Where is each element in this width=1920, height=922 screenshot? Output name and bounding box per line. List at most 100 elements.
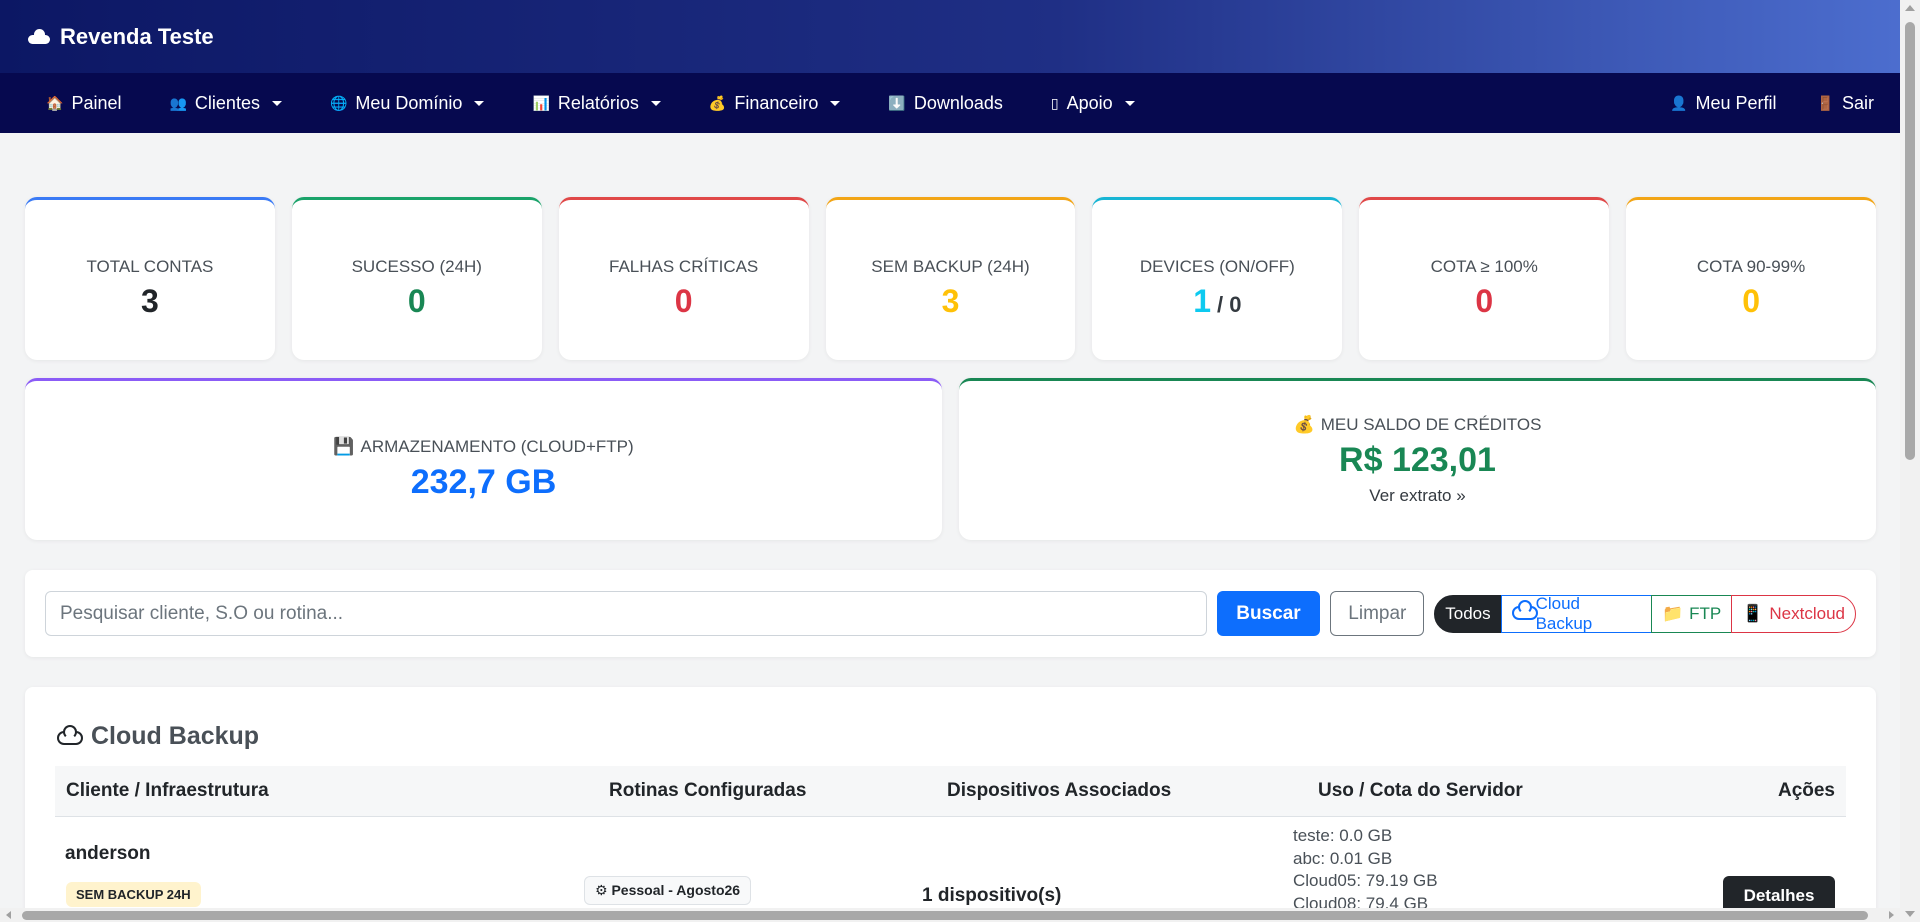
col-dispositivos[interactable]: Dispositivos Associados [947, 780, 1171, 802]
uso-line: Cloud05: 79.19 GB [1293, 871, 1438, 890]
caret-down-icon [271, 100, 282, 106]
filter-label: FTP [1689, 603, 1722, 623]
filter-group: Todos Cloud Backup 📁 FTP 📱 Nextcloud [1434, 593, 1856, 633]
limpar-button[interactable]: Limpar [1330, 591, 1425, 636]
money-bag-icon: 💰 [708, 94, 727, 111]
nav-label: Clientes [194, 92, 260, 113]
nav-item-meu-perfil[interactable]: 👤 Meu Perfil [1650, 73, 1796, 133]
panel-title-text: Cloud Backup [91, 722, 260, 750]
horizontal-scrollbar[interactable] [0, 908, 1900, 922]
devices-count: 1 dispositivo(s) [922, 885, 1062, 906]
nav-item-relatorios[interactable]: 📊 Relatórios [508, 73, 684, 133]
support-icon: ▯ [1050, 94, 1059, 111]
phone-icon: 📱 [1742, 603, 1764, 623]
client-name[interactable]: anderson [65, 843, 151, 865]
chart-icon: 📊 [532, 94, 550, 111]
buscar-button[interactable]: Buscar [1216, 591, 1321, 636]
nav-label: Painel [71, 92, 122, 113]
nav-label: Relatórios [557, 92, 639, 113]
credits-card: 💰 MEU SALDO DE CRÉDITOS R$ 123,01 Ver ex… [959, 378, 1876, 540]
uso-list: teste: 0.0 GB abc: 0.01 GB Cloud05: 79.1… [1293, 825, 1438, 915]
main-navbar: 🏠 Painel 👥 Clientes 🌐 Meu Domínio 📊 Relatórios 💰… [0, 73, 1920, 133]
col-uso[interactable]: Uso / Cota do Servidor [1318, 780, 1523, 802]
scroll-thumb[interactable] [22, 911, 1868, 920]
uso-line: teste: 0.0 GB [1293, 826, 1393, 845]
stat-number: 0 [674, 282, 693, 319]
cloud-icon [28, 28, 50, 44]
filter-ftp[interactable]: 📁 FTP [1650, 594, 1733, 633]
stat-label: DEVICES (ON/OFF) [1139, 256, 1295, 276]
rotina-tag[interactable]: ⚙ Pessoal - Agosto26 [584, 876, 752, 905]
money-bag-icon: 💰 [1293, 415, 1315, 434]
brand-title: Revenda Teste [60, 23, 214, 49]
stat-label: COTA ≥ 100% [1430, 256, 1538, 276]
stat-label: TOTAL CONTAS [86, 256, 214, 276]
globe-icon: 🌐 [329, 94, 348, 111]
filter-label: Cloud Backup [1535, 593, 1593, 633]
stat-value: 3 [141, 283, 159, 320]
scroll-up-icon[interactable] [1905, 5, 1915, 11]
table-header: Cliente / Infraestrutura Rotinas Configu… [55, 766, 1846, 817]
filter-label: Nextcloud [1769, 603, 1845, 623]
stat-number: 3 [141, 282, 159, 319]
stat-card: SEM BACKUP (24H) 3 [825, 197, 1076, 360]
stat-card: COTA 90-99% 0 [1626, 197, 1877, 360]
stat-label: SUCESSO (24H) [351, 256, 482, 276]
ver-extrato-link[interactable]: Ver extrato » [1369, 486, 1465, 506]
nav-label: Meu Perfil [1695, 92, 1777, 113]
nav-item-meu-dominio[interactable]: 🌐 Meu Domínio [306, 73, 508, 133]
storage-label: ARMAZENAMENTO (CLOUD+FTP) [360, 437, 634, 456]
filter-cloud-backup[interactable]: Cloud Backup [1500, 593, 1652, 633]
col-cliente[interactable]: Cliente / Infraestrutura [66, 780, 269, 802]
filter-todos[interactable]: Todos [1434, 594, 1502, 633]
status-badge: SEM BACKUP 24H [66, 882, 201, 907]
door-icon: 🚪 [1816, 94, 1834, 111]
download-icon: ⬇️ [888, 94, 906, 111]
credits-value: R$ 123,01 [1339, 441, 1496, 479]
credits-label: MEU SALDO DE CRÉDITOS [1320, 415, 1542, 434]
col-acoes: Ações [1777, 780, 1835, 801]
panel-title: Cloud Backup [57, 722, 259, 751]
scroll-down-icon[interactable] [1905, 911, 1915, 917]
folder-icon: 📁 [1661, 603, 1684, 623]
storage-card: 💾 ARMAZENAMENTO (CLOUD+FTP) 232,7 GB [25, 378, 942, 540]
stat-value: 0 [675, 283, 693, 320]
filter-nextcloud[interactable]: 📱 Nextcloud [1731, 594, 1856, 633]
nav-item-clientes[interactable]: 👥 Clientes [145, 73, 305, 133]
nav-label: Meu Domínio [355, 92, 463, 113]
nav-label: Downloads [913, 92, 1003, 113]
stat-card: FALHAS CRÍTICAS 0 [558, 197, 809, 360]
stat-value: 3 [942, 283, 960, 320]
nav-item-apoio[interactable]: ▯ Apoio [1027, 73, 1159, 133]
col-rotinas[interactable]: Rotinas Configuradas [609, 780, 806, 802]
scroll-right-icon[interactable] [1889, 911, 1894, 919]
stat-card: DEVICES (ON/OFF) 1/ 0 [1092, 197, 1343, 360]
brand[interactable]: Revenda Teste [28, 24, 214, 50]
nav-item-downloads[interactable]: ⬇️ Downloads [864, 73, 1027, 133]
nav-item-financeiro[interactable]: 💰 Financeiro [685, 73, 864, 133]
vertical-scrollbar[interactable] [1900, 0, 1920, 922]
nav-item-sair[interactable]: 🚪 Sair [1797, 73, 1894, 133]
stat-number: 1 [1193, 282, 1212, 319]
cloud-icon [1511, 599, 1538, 620]
stat-label: COTA 90-99% [1696, 256, 1806, 276]
nav-label: Sair [1841, 92, 1874, 113]
nav-left: 🏠 Painel 👥 Clientes 🌐 Meu Domínio 📊 Relatórios 💰… [22, 73, 1159, 133]
nav-item-painel[interactable]: 🏠 Painel [22, 73, 145, 133]
caret-down-icon [650, 100, 661, 106]
scroll-left-icon[interactable] [6, 911, 11, 919]
gear-icon: ⚙ [595, 882, 608, 898]
floppy-icon: 💾 [333, 437, 355, 456]
scroll-thumb[interactable] [1905, 22, 1915, 460]
rotina-label: Pessoal - Agosto26 [611, 882, 741, 898]
stat-value: 0 [408, 283, 426, 320]
stat-card: TOTAL CONTAS 3 [25, 197, 275, 360]
summary-row: 💾 ARMAZENAMENTO (CLOUD+FTP) 232,7 GB 💰 M… [25, 378, 1876, 540]
cloud-backup-panel: Cloud Backup Cliente / Infraestrutura Ro… [25, 687, 1876, 922]
users-icon: 👥 [169, 94, 187, 111]
stat-number: 0 [1475, 282, 1494, 319]
nav-label: Financeiro [734, 92, 819, 113]
search-input[interactable] [45, 591, 1207, 636]
top-header: Revenda Teste [0, 0, 1920, 73]
stat-label: FALHAS CRÍTICAS [609, 256, 759, 276]
